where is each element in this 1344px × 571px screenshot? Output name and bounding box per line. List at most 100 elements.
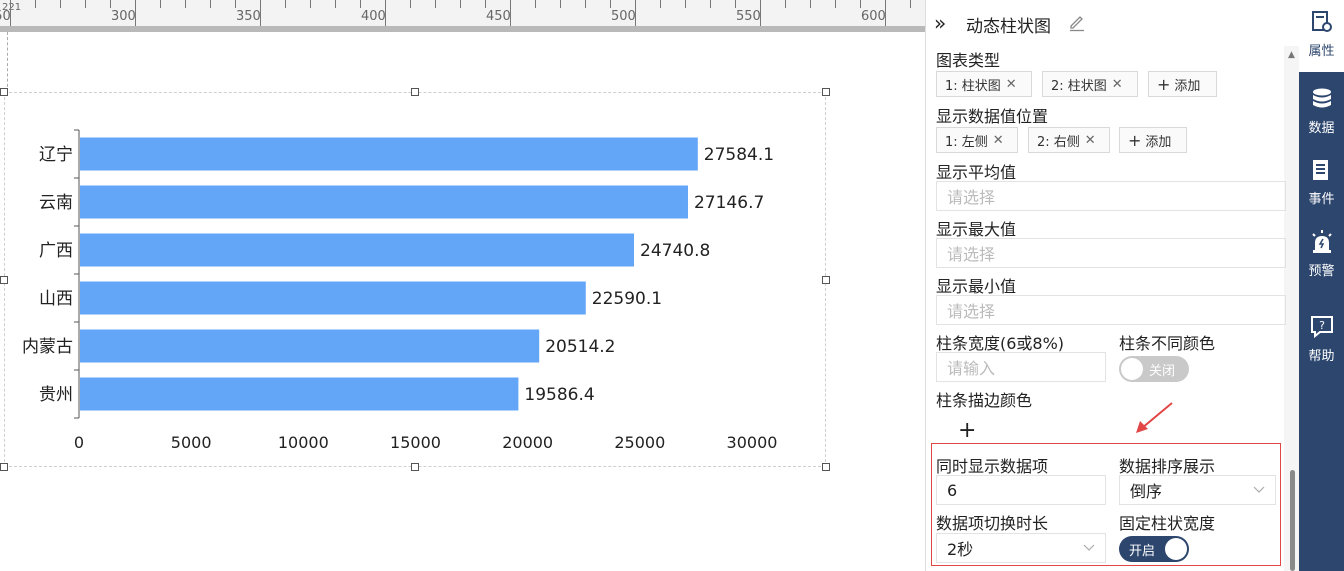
- ruler-label: 400: [361, 9, 386, 24]
- nav-item-help[interactable]: ? 帮助: [1299, 305, 1344, 377]
- value-position-label: 显示数据值位置: [936, 107, 1049, 126]
- help-icon: ?: [1311, 316, 1333, 339]
- add-value-position-button[interactable]: + 添加: [1119, 127, 1187, 153]
- bar-diff-color-toggle[interactable]: 关闭: [1119, 356, 1189, 382]
- tag-label: 1: 柱状图: [945, 78, 1001, 94]
- ruler-tick: [535, 0, 536, 8]
- close-icon[interactable]: ✕: [1112, 77, 1123, 92]
- bar-width-input[interactable]: 请输入: [936, 352, 1106, 382]
- add-stroke-color-icon[interactable]: +: [958, 418, 976, 443]
- toggle-knob: [1165, 538, 1187, 560]
- ruler-tick: [860, 0, 861, 8]
- chart-type-tag-1[interactable]: 1: 柱状图 ✕: [936, 71, 1032, 97]
- ruler-tick: [910, 0, 911, 8]
- dynamic-bar-chart[interactable]: 辽宁 27584.1 云南 27146.7 广西 24740.8 山西 22590.1 内蒙古 2…: [0, 32, 925, 571]
- nav-label: 预警: [1308, 264, 1335, 279]
- ruler-tick: [560, 0, 561, 8]
- bar: [80, 185, 688, 219]
- show-average-select[interactable]: 请选择: [936, 181, 1286, 211]
- sort-select[interactable]: 倒序: [1119, 475, 1276, 505]
- close-icon[interactable]: ✕: [1006, 77, 1017, 92]
- ruler-tick: [335, 0, 336, 8]
- ruler-label: 250: [0, 9, 11, 24]
- nav-label: 帮助: [1308, 349, 1335, 364]
- x-tick-label: 5000: [171, 433, 212, 452]
- arrow-annotation-icon: [1136, 402, 1173, 433]
- ruler-label: 550: [736, 9, 761, 24]
- panel-scrollbar[interactable]: ▲: [1284, 46, 1300, 571]
- ruler-tick: [710, 0, 711, 8]
- toggle-state-label: 开启: [1129, 544, 1156, 559]
- switch-duration-label: 数据项切换时长: [936, 514, 1049, 533]
- data-label: 20514.2: [545, 337, 615, 357]
- pencil-icon[interactable]: [1068, 12, 1086, 32]
- ruler-tick: [285, 0, 286, 8]
- close-icon[interactable]: ✕: [993, 133, 1004, 148]
- value-position-tag-1[interactable]: 1: 左侧 ✕: [936, 127, 1018, 153]
- category-label: 贵州: [39, 385, 73, 405]
- x-tick-label: 15000: [390, 433, 441, 452]
- add-label: 添加: [1174, 78, 1201, 94]
- ruler-tick: [235, 0, 236, 8]
- switch-duration-select[interactable]: 2秒: [936, 533, 1106, 563]
- nav-item-data[interactable]: 数据: [1299, 77, 1344, 149]
- display-count-input[interactable]: 6: [936, 475, 1106, 505]
- bar: [80, 281, 586, 315]
- ruler-tick: [85, 0, 86, 8]
- bar-stroke-color-label: 柱条描边颜色: [936, 391, 1033, 410]
- nav-item-properties[interactable]: 属性: [1299, 0, 1344, 72]
- fixed-width-toggle[interactable]: 开启: [1119, 536, 1189, 562]
- nav-label: 事件: [1308, 192, 1335, 207]
- bar: [80, 233, 635, 267]
- alarm-icon: [1312, 230, 1332, 253]
- data-label: 19586.4: [524, 385, 594, 405]
- sort-select-value: 倒序: [1130, 482, 1163, 501]
- ruler-tick: [110, 0, 111, 8]
- nav-item-alerts[interactable]: 预警: [1299, 220, 1344, 292]
- ruler-tick: [610, 0, 611, 8]
- app-root: 221 250300350400450500550600650700750800…: [0, 0, 1344, 571]
- ruler-tick: [160, 0, 161, 8]
- side-nav: 属性 数据 事件 预警 ? 帮助: [1299, 0, 1344, 571]
- x-tick-label: 0: [74, 433, 84, 452]
- bar-diff-color-label: 柱条不同颜色: [1119, 334, 1216, 353]
- nav-item-events[interactable]: 事件: [1299, 148, 1344, 220]
- switch-duration-value: 2秒: [947, 540, 974, 559]
- add-chart-type-button[interactable]: + 添加: [1148, 71, 1217, 97]
- ruler-tick: [35, 0, 36, 8]
- ruler-label: 600: [861, 9, 886, 24]
- properties-icon: [1312, 11, 1332, 32]
- ruler-tick: [185, 0, 186, 8]
- close-icon[interactable]: ✕: [1085, 133, 1096, 148]
- show-min-select[interactable]: 请选择: [936, 295, 1286, 325]
- ruler-label: 300: [111, 9, 136, 24]
- tag-label: 2: 右侧: [1037, 134, 1080, 150]
- show-max-label: 显示最大值: [936, 220, 1017, 239]
- ruler-label: 450: [486, 9, 511, 24]
- bar: [80, 137, 698, 171]
- category-label: 内蒙古: [22, 337, 73, 357]
- design-canvas[interactable]: 辽宁 27584.1 云南 27146.7 广西 24740.8 山西 22590.1 内蒙古 2…: [0, 32, 925, 571]
- nav-label: 数据: [1308, 121, 1335, 136]
- chart-type-label: 图表类型: [936, 51, 1001, 70]
- category-label: 山西: [39, 289, 73, 309]
- chevron-down-icon: [1083, 544, 1095, 551]
- show-max-select[interactable]: 请选择: [936, 238, 1286, 268]
- tag-label: 1: 左侧: [945, 134, 988, 150]
- ruler-tick: [585, 0, 586, 8]
- properties-panel: » 动态柱状图 ▲ 图表类型 1: 柱状图 ✕ 2: 柱状图 ✕ + 添加 显示数据值…: [925, 0, 1300, 571]
- chart-type-tag-2[interactable]: 2: 柱状图 ✕: [1042, 71, 1138, 97]
- horizontal-ruler: 221 250300350400450500550600650700750800…: [0, 0, 925, 32]
- ruler-tick: [410, 0, 411, 8]
- scroll-thumb[interactable]: [1290, 470, 1295, 571]
- double-chevron-right-icon[interactable]: »: [934, 11, 946, 35]
- ruler-tick: [60, 0, 61, 8]
- x-tick-label: 10000: [278, 433, 329, 452]
- data-label: 27146.7: [694, 193, 764, 213]
- toggle-knob: [1121, 358, 1143, 380]
- value-position-tag-2[interactable]: 2: 右侧 ✕: [1028, 127, 1110, 153]
- scroll-up-icon[interactable]: ▲: [1288, 50, 1295, 60]
- bar-width-label: 柱条宽度(6或8%): [936, 334, 1065, 353]
- x-tick-label: 25000: [614, 433, 665, 452]
- add-label: 添加: [1145, 134, 1172, 150]
